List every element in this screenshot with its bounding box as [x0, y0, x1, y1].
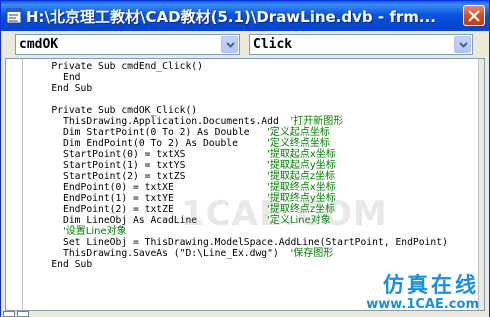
- code-statement: StartPoint(0) = txtXS: [28, 149, 268, 160]
- object-combo-value: cmdOK: [19, 37, 59, 52]
- procedure-toolbar: cmdOK Click: [1, 31, 489, 58]
- object-combo-dropdown-button[interactable]: [221, 36, 238, 53]
- code-comment: '提取起点z坐标: [267, 171, 336, 182]
- close-icon: [468, 10, 480, 22]
- procedure-combo[interactable]: Click: [249, 34, 473, 55]
- code-line[interactable]: End Sub: [28, 83, 468, 94]
- object-combo[interactable]: cmdOK: [15, 34, 240, 55]
- code-line[interactable]: Private Sub cmdEnd_Click(): [28, 61, 468, 72]
- margin-indicator-bar: [22, 59, 23, 310]
- code-statement: [28, 226, 63, 237]
- code-line[interactable]: EndPoint(0) = txtXE '提取终点x坐标: [28, 182, 468, 193]
- code-comment: '提取起点y坐标: [267, 160, 336, 171]
- code-comment: '提取起点x坐标: [267, 149, 336, 160]
- brand-name: 仿真在线: [383, 272, 479, 297]
- code-comment: '定义终点坐标: [267, 138, 330, 149]
- code-statement: Set LineObj = ThisDrawing.ModelSpace.Add…: [28, 237, 448, 248]
- chevron-down-icon: [226, 42, 235, 48]
- code-statement: ThisDrawing.Application.Documents.Add: [28, 116, 291, 127]
- code-statement: Dim StartPoint(0 To 2) As Double: [28, 127, 268, 138]
- code-comment: '打开新图形: [290, 116, 344, 127]
- procedure-view-button[interactable]: [3, 311, 15, 317]
- window-title: H:\北京理工教材\CAD教材(5.1)\DrawLine.dvb - frm.…: [26, 8, 436, 26]
- code-line[interactable]: StartPoint(1) = txtYS '提取起点y坐标: [28, 160, 468, 171]
- code-line[interactable]: ThisDrawing.SaveAs ("D:\Line_Ex.dwg") '保…: [28, 248, 468, 259]
- code-line[interactable]: StartPoint(2) = txtZS '提取起点z坐标: [28, 171, 468, 182]
- procedure-combo-value: Click: [253, 37, 293, 52]
- procedure-combo-dropdown-button[interactable]: [454, 36, 471, 53]
- code-statement: Private Sub cmdOK_Click(): [28, 105, 198, 116]
- code-text[interactable]: Private Sub cmdEnd_Click() End End Sub P…: [28, 61, 468, 270]
- code-statement: StartPoint(1) = txtYS: [28, 160, 268, 171]
- code-statement: End Sub: [28, 83, 93, 94]
- code-statement: End: [28, 72, 81, 83]
- code-comment: '定义起点坐标: [267, 127, 330, 138]
- code-statement: EndPoint(0) = txtXE: [28, 182, 268, 193]
- code-line[interactable]: ThisDrawing.Application.Documents.Add '打…: [28, 116, 468, 127]
- view-bar: [1, 311, 489, 317]
- full-module-view-button[interactable]: [17, 311, 29, 317]
- code-statement: StartPoint(2) = txtZS: [28, 171, 268, 182]
- code-comment: '提取终点x坐标: [267, 182, 336, 193]
- brand-url: www.1CAE.com: [366, 297, 479, 312]
- code-comment: '保存图形: [290, 248, 334, 259]
- code-statement: Private Sub cmdEnd_Click(): [28, 61, 203, 72]
- code-line[interactable]: Private Sub cmdOK_Click(): [28, 105, 468, 116]
- code-window-icon: [6, 8, 22, 24]
- code-comment: '设置Line对象: [63, 226, 127, 237]
- code-line[interactable]: StartPoint(0) = txtXS '提取起点x坐标: [28, 149, 468, 160]
- close-button[interactable]: [463, 5, 485, 26]
- code-line[interactable]: End: [28, 72, 468, 83]
- code-line[interactable]: [28, 94, 468, 105]
- code-statement: ThisDrawing.SaveAs ("D:\Line_Ex.dwg"): [28, 248, 291, 259]
- title-bar[interactable]: H:\北京理工教材\CAD教材(5.1)\DrawLine.dvb - frm.…: [1, 1, 489, 31]
- brand-logo: 仿真在线 www.1CAE.com: [366, 269, 479, 312]
- code-line[interactable]: Set LineObj = ThisDrawing.ModelSpace.Add…: [28, 237, 468, 248]
- code-line[interactable]: Dim EndPoint(0 To 2) As Double '定义终点坐标: [28, 138, 468, 149]
- code-statement: End Sub: [28, 259, 93, 270]
- code-line[interactable]: Dim StartPoint(0 To 2) As Double '定义起点坐标: [28, 127, 468, 138]
- chevron-down-icon: [459, 42, 468, 48]
- watermark: 1CAE.COM: [181, 194, 388, 234]
- vba-code-window: H:\北京理工教材\CAD教材(5.1)\DrawLine.dvb - frm.…: [0, 0, 490, 317]
- code-statement: Dim EndPoint(0 To 2) As Double: [28, 138, 268, 149]
